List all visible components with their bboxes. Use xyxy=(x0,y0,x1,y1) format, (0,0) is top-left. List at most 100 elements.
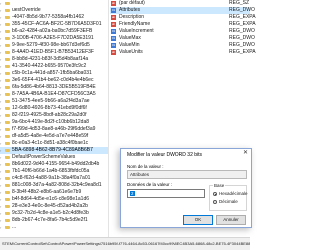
reg-dword-icon: 01 xyxy=(111,36,116,41)
folder-icon xyxy=(5,58,10,61)
chevron-right-icon[interactable]: › xyxy=(0,21,4,28)
folder-icon xyxy=(5,135,10,138)
tree-item[interactable]: › 82-f219-4925-8bdf-ab28c29a2d0f xyxy=(0,112,108,119)
tree-item[interactable]: › DefaultPowerSchemeValues xyxy=(0,154,108,161)
tree-item[interactable]: › 8b6d022-9d40-4155-9654-b49dd2db4b xyxy=(0,161,108,168)
pane-splitter[interactable] xyxy=(108,0,109,237)
chevron-right-icon[interactable]: › xyxy=(0,140,4,147)
chevron-right-icon[interactable]: › xyxy=(0,147,4,154)
registry-value-row[interactable]: 01 ValueIncrement REG_DWO xyxy=(110,28,255,35)
tree-item[interactable]: › 28-e3e3-4e0c-8e45-d52ad4b2a2b xyxy=(0,203,108,210)
registry-key-tree[interactable]: › › uestOverride › -4047-8b5d-9b77-5358a4fb1… xyxy=(0,0,108,237)
chevron-right-icon[interactable]: › xyxy=(0,133,4,140)
tree-item[interactable]: › 51-3475-4ee5-9b66-a6a2f4d3a7ae xyxy=(0,98,108,105)
chevron-right-icon[interactable]: › xyxy=(0,112,4,119)
chevron-right-icon[interactable]: › xyxy=(0,84,4,91)
chevron-right-icon[interactable]: › xyxy=(0,70,4,77)
tree-item-label: 8c-e0a3-4c1c-8d51-a38c4f0bae1c xyxy=(12,140,89,146)
tree-item[interactable]: › 9-9ee-5279-4f30-98e-bb67d3ef6d5 xyxy=(0,42,108,49)
chevron-right-icon[interactable]: › xyxy=(0,49,4,56)
chevron-right-icon[interactable]: › xyxy=(0,182,4,189)
registry-value-row[interactable]: 01 ValueMax REG_DWO xyxy=(110,35,255,42)
decimal-radio[interactable] xyxy=(213,200,217,204)
value-type: REG_EXPA xyxy=(229,21,256,27)
tree-item[interactable]: › 8-4A4D-41ED-B5F1-B7B53412EF3F xyxy=(0,49,108,56)
chevron-right-icon[interactable]: › xyxy=(0,161,4,168)
chevron-right-icon[interactable]: › xyxy=(0,105,4,112)
tree-item[interactable]: › 3-1D0B-4706-A2E5-F7D2DA5E3191 xyxy=(0,35,108,42)
folder-icon xyxy=(5,30,10,33)
chevron-right-icon[interactable]: › xyxy=(0,98,4,105)
chevron-right-icon[interactable]: › xyxy=(0,63,4,70)
chevron-right-icon[interactable]: › xyxy=(0,14,4,21)
value-name: Description xyxy=(119,14,145,20)
chevron-right-icon[interactable]: › xyxy=(0,224,4,231)
tree-item[interactable]: › 9c32-7b2d-4c8e-a1e5-b2c4d8fe3b xyxy=(0,210,108,217)
tree-item[interactable]: ›... xyxy=(0,224,108,231)
tree-item[interactable]: › 8c-e0a3-4c1c-8d51-a38c4f0bae1c xyxy=(0,140,108,147)
tree-item[interactable]: › 3e6-65F4-41b4-be62-c0d4b4e4b6ec xyxy=(0,77,108,84)
registry-value-row[interactable]: 01 ValueMin REG_DWO xyxy=(110,42,255,49)
folder-icon xyxy=(5,114,10,117)
chevron-right-icon[interactable]: › xyxy=(0,35,4,42)
registry-value-row[interactable]: 01 Attributes REG_DWO xyxy=(110,7,255,14)
chevron-right-icon[interactable]: › xyxy=(0,28,4,35)
chevron-right-icon[interactable]: › xyxy=(0,196,4,203)
registry-value-row[interactable]: ab (par défaut) REG_SZ xyxy=(110,0,250,7)
tree-item[interactable]: › df-a5d5-4a8e-4e5d-a7e7e448e59f xyxy=(0,133,108,140)
chevron-right-icon[interactable]: › xyxy=(0,7,4,14)
tree-item[interactable]: › 8db-2b67-4c7e-8fa6-7b4c5d9e2f1 xyxy=(0,217,108,224)
chevron-right-icon[interactable]: › xyxy=(0,210,4,217)
chevron-right-icon[interactable]: › xyxy=(0,56,4,63)
chevron-right-icon[interactable]: › xyxy=(0,91,4,98)
chevron-right-icon[interactable]: › xyxy=(0,119,4,126)
tree-item[interactable]: › uestOverride xyxy=(0,7,108,14)
value-type: REG_EXPA xyxy=(229,49,256,55)
tree-item[interactable]: › 12-6d80-4926-8b73-41ebd9f0df6f xyxy=(0,105,108,112)
tree-item-label: 355-45CF-AC6A-BF2C-5B7D6A5D3F01 xyxy=(12,21,102,27)
tree-item[interactable]: › 8-7A5A-4B6A-B1E4-D87CFD56C3A5 xyxy=(0,91,108,98)
value-data-field[interactable]: 2 xyxy=(127,189,205,198)
folder-icon xyxy=(5,156,10,159)
tree-item[interactable]: › xyxy=(0,0,108,7)
chevron-right-icon[interactable]: › xyxy=(0,203,4,210)
tree-item[interactable]: › 8-3b4f-48b2-e8b6-aa61e6e7b9 xyxy=(0,189,108,196)
chevron-right-icon[interactable]: › xyxy=(0,42,4,49)
tree-item[interactable]: › 41-3540-4422-b655-9570e3fc9c2 xyxy=(0,63,108,70)
tree-item-label: 3e6-65F4-41b4-be62-c0d4b4e4b6ec xyxy=(12,77,94,83)
tree-item[interactable]: › b6-a2-4284-a02a-ba0bc7d59F3EFB xyxy=(0,28,108,35)
chevron-right-icon[interactable]: › xyxy=(0,168,4,175)
close-icon[interactable]: ✕ xyxy=(240,149,251,158)
tree-item[interactable]: › 355-45CF-AC6A-BF2C-5B7D6A5D3F01 xyxy=(0,21,108,28)
tree-item[interactable]: › 7b1-40f6-b66d-1a4b-6853fbfdc05a xyxy=(0,168,108,175)
folder-icon xyxy=(5,79,10,82)
tree-item[interactable]: › 6fa-5d86-4b64-8813-3DE5B519FB4E xyxy=(0,84,108,91)
tree-item[interactable]: › 8-bb8d-4231-b83f-3d5d4b8aaf14a xyxy=(0,56,108,63)
registry-value-row[interactable]: ab Description REG_EXPA xyxy=(110,14,256,21)
tree-item[interactable]: › 5BA-6898-4B62-8B79-4C89A8B6B7 xyxy=(0,147,108,154)
value-name-field[interactable]: Attributes xyxy=(127,170,247,179)
chevron-right-icon[interactable]: › xyxy=(0,217,4,224)
ok-button[interactable]: OK xyxy=(183,215,213,225)
reg-sz-icon: ab xyxy=(111,1,116,6)
tree-item[interactable]: › 881c008-3d7a-4a82-808d-32b4c9ea8d1 xyxy=(0,182,108,189)
value-type: REG_DWO xyxy=(229,35,255,41)
chevron-right-icon[interactable]: › xyxy=(0,175,4,182)
tree-item-label: 28-e3e3-4e0c-8e45-d52ad4b2a2b xyxy=(12,203,88,209)
chevron-right-icon[interactable]: › xyxy=(0,189,4,196)
hexadecimal-radio[interactable] xyxy=(213,192,217,196)
tree-item[interactable]: › -4047-8b5d-9b77-5358a4fb1462 xyxy=(0,14,108,21)
tree-item[interactable]: › b4f-8d64-4d5e-e1c6-c8e98e1a1d6 xyxy=(0,196,108,203)
cancel-button[interactable]: Annuler xyxy=(216,215,246,225)
chevron-right-icon[interactable]: › xyxy=(0,77,4,84)
tree-item[interactable]: › 9a-6bc4-419e-8d2f-c10bb6b12da8 xyxy=(0,119,108,126)
chevron-right-icon[interactable]: › xyxy=(0,0,4,7)
tree-item[interactable]: › c4c8-f62d-4a88-9a1b-38a4f0a7a01 xyxy=(0,175,108,182)
registry-value-row[interactable]: ab ValueUnits REG_EXPA xyxy=(110,49,256,56)
chevron-right-icon[interactable]: › xyxy=(0,126,4,133)
registry-value-row[interactable]: ab FriendlyName REG_EXPA xyxy=(110,21,256,28)
tree-item[interactable]: › f7-f99d-4d53-8ae8-a46b-29f6ddef3a9 xyxy=(0,126,108,133)
chevron-right-icon[interactable]: › xyxy=(0,154,4,161)
tree-item[interactable]: › c5b-0c1a-441d-a857-1fb5ba6ba031 xyxy=(0,70,108,77)
folder-icon xyxy=(5,149,10,152)
